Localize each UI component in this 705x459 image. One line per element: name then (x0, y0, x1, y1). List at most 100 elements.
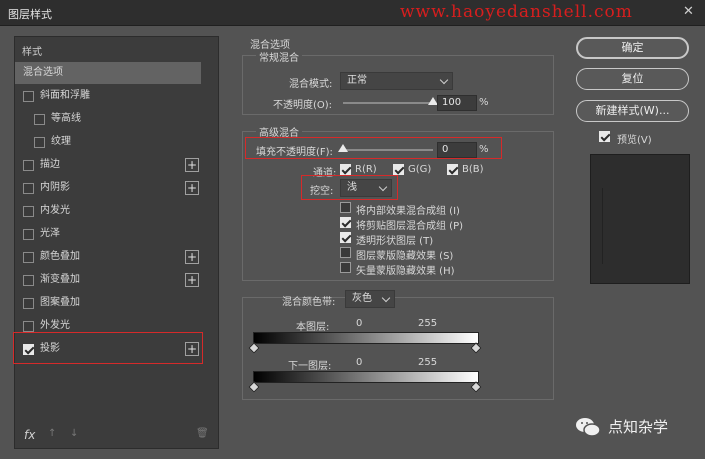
sidebar-item-label: 图案叠加 (40, 297, 80, 308)
advanced-option-label: 将内部效果混合成组 (I) (356, 206, 460, 217)
sidebar-item-label: 斜面和浮雕 (40, 90, 90, 101)
sidebar-item-checkbox[interactable] (23, 229, 34, 240)
this-layer-high: 255 (418, 318, 438, 329)
blend-if-value: 灰色 (352, 293, 372, 304)
sidebar-item-label: 纹理 (51, 136, 71, 147)
close-icon[interactable]: ✕ (683, 4, 694, 19)
knockout-value: 浅 (347, 182, 357, 193)
add-effect-icon[interactable]: + (185, 250, 199, 264)
sidebar-item-label: 等高线 (51, 113, 81, 124)
sidebar-item[interactable]: 光泽 (15, 223, 201, 245)
fx-icon[interactable]: fx (24, 428, 35, 442)
sidebar-item-label: 内发光 (40, 205, 70, 216)
sidebar-item-checkbox[interactable] (23, 206, 34, 217)
sidebar-item-label: 内阴影 (40, 182, 70, 193)
move-up-icon[interactable]: ↑ (48, 428, 56, 439)
sidebar-item-checkbox[interactable] (34, 114, 45, 125)
blend-if-select[interactable]: 灰色 (345, 290, 395, 308)
preview-checkbox[interactable] (599, 131, 610, 142)
knockout-label: 挖空: (310, 186, 334, 197)
under-layer-label: 下一图层: (288, 361, 332, 372)
sidebar-item-label: 混合选项 (23, 67, 63, 78)
advanced-option-checkbox[interactable] (340, 217, 351, 228)
fill-opacity-percent: % (479, 144, 489, 155)
sidebar-item-checkbox[interactable] (23, 252, 34, 263)
knockout-select[interactable]: 浅 (340, 179, 392, 197)
advanced-option-checkbox[interactable] (340, 202, 351, 213)
advanced-option-label: 矢量蒙版隐藏效果 (H) (356, 266, 455, 277)
wechat-icon (576, 418, 601, 437)
this-layer-label: 本图层: (296, 322, 330, 333)
advanced-option-label: 将剪贴图层混合成组 (P) (356, 221, 464, 232)
sidebar-item[interactable]: 混合选项 (15, 62, 201, 84)
advanced-option-label: 透明形状图层 (T) (356, 236, 434, 247)
blend-if-group (242, 297, 554, 400)
channel-r-checkbox[interactable] (340, 164, 351, 175)
sidebar-item-checkbox[interactable] (23, 91, 34, 102)
blend-mode-select[interactable]: 正常 (340, 72, 453, 90)
opacity-percent: % (479, 97, 489, 108)
advanced-option-label: 图层蒙版隐藏效果 (S) (356, 251, 454, 262)
advanced-option-checkbox[interactable] (340, 262, 351, 273)
ok-button[interactable]: 确定 (576, 37, 689, 59)
channel-b-checkbox[interactable] (447, 164, 458, 175)
sidebar-item[interactable]: 等高线 (15, 108, 201, 130)
chevron-down-icon (378, 182, 388, 192)
move-down-icon[interactable]: ↓ (70, 428, 78, 439)
blend-mode-value: 正常 (347, 75, 367, 86)
fill-opacity-label: 填充不透明度(F): (256, 147, 333, 158)
sidebar-item-checkbox[interactable] (23, 298, 34, 309)
watermark-text: www.haoyedanshell.com (400, 2, 633, 22)
sidebar-item[interactable]: 内阴影 + (15, 177, 201, 199)
preview-label: 预览(V) (617, 135, 652, 146)
this-layer-low: 0 (356, 318, 363, 329)
advanced-option-checkbox[interactable] (340, 232, 351, 243)
sidebar-item-checkbox[interactable] (23, 160, 34, 171)
window-title: 图层样式 (8, 8, 52, 21)
trash-icon[interactable]: 🗑 (196, 428, 209, 439)
channel-r-label: R(R) (355, 164, 377, 175)
under-layer-gradient (253, 371, 479, 383)
general-blend-title: 常规混合 (256, 49, 302, 64)
under-layer-high: 255 (418, 357, 438, 368)
chevron-down-icon (381, 293, 391, 303)
sidebar-item-checkbox[interactable] (23, 183, 34, 194)
sidebar-item-label: 光泽 (40, 228, 60, 239)
drop-shadow-highlight-box (13, 332, 203, 364)
opacity-field[interactable]: 100 (437, 95, 477, 111)
reset-button[interactable]: 复位 (576, 68, 689, 90)
blend-mode-label: 混合模式: (289, 79, 333, 90)
blend-if-label: 混合颜色带: (282, 297, 336, 308)
fill-opacity-field[interactable]: 0 (437, 142, 477, 158)
sidebar-item[interactable]: 渐变叠加 + (15, 269, 201, 291)
under-layer-low: 0 (356, 357, 363, 368)
sidebar-item-checkbox[interactable] (23, 275, 34, 286)
sidebar-item[interactable]: 纹理 (15, 131, 201, 153)
preview-shadow (602, 188, 612, 264)
sidebar-item-checkbox[interactable] (23, 321, 34, 332)
this-layer-gradient (253, 332, 479, 344)
sidebar-item[interactable]: 颜色叠加 + (15, 246, 201, 268)
sidebar-item[interactable]: 斜面和浮雕 (15, 85, 201, 107)
channel-g-label: G(G) (408, 164, 432, 175)
opacity-slider-track[interactable] (343, 102, 433, 104)
sidebar-item-checkbox[interactable] (34, 137, 45, 148)
sidebar-item[interactable]: 内发光 (15, 200, 201, 222)
channel-g-checkbox[interactable] (393, 164, 404, 175)
fill-opacity-slider-thumb[interactable] (338, 144, 348, 152)
sidebar-item-label: 渐变叠加 (40, 274, 80, 285)
advanced-option-checkbox[interactable] (340, 247, 351, 258)
brand-text: 点知杂学 (608, 418, 669, 436)
opacity-label: 不透明度(O): (273, 100, 333, 111)
add-effect-icon[interactable]: + (185, 158, 199, 172)
new-style-button[interactable]: 新建样式(W)... (576, 100, 689, 122)
sidebar-item[interactable]: 描边 + (15, 154, 201, 176)
sidebar-item[interactable]: 图案叠加 (15, 292, 201, 314)
sidebar-item-label: 描边 (40, 159, 60, 170)
channel-b-label: B(B) (462, 164, 484, 175)
styles-header: 样式 (22, 47, 42, 58)
add-effect-icon[interactable]: + (185, 181, 199, 195)
add-effect-icon[interactable]: + (185, 273, 199, 287)
sidebar-item-label: 颜色叠加 (40, 251, 80, 262)
fill-opacity-slider-track[interactable] (343, 149, 433, 151)
